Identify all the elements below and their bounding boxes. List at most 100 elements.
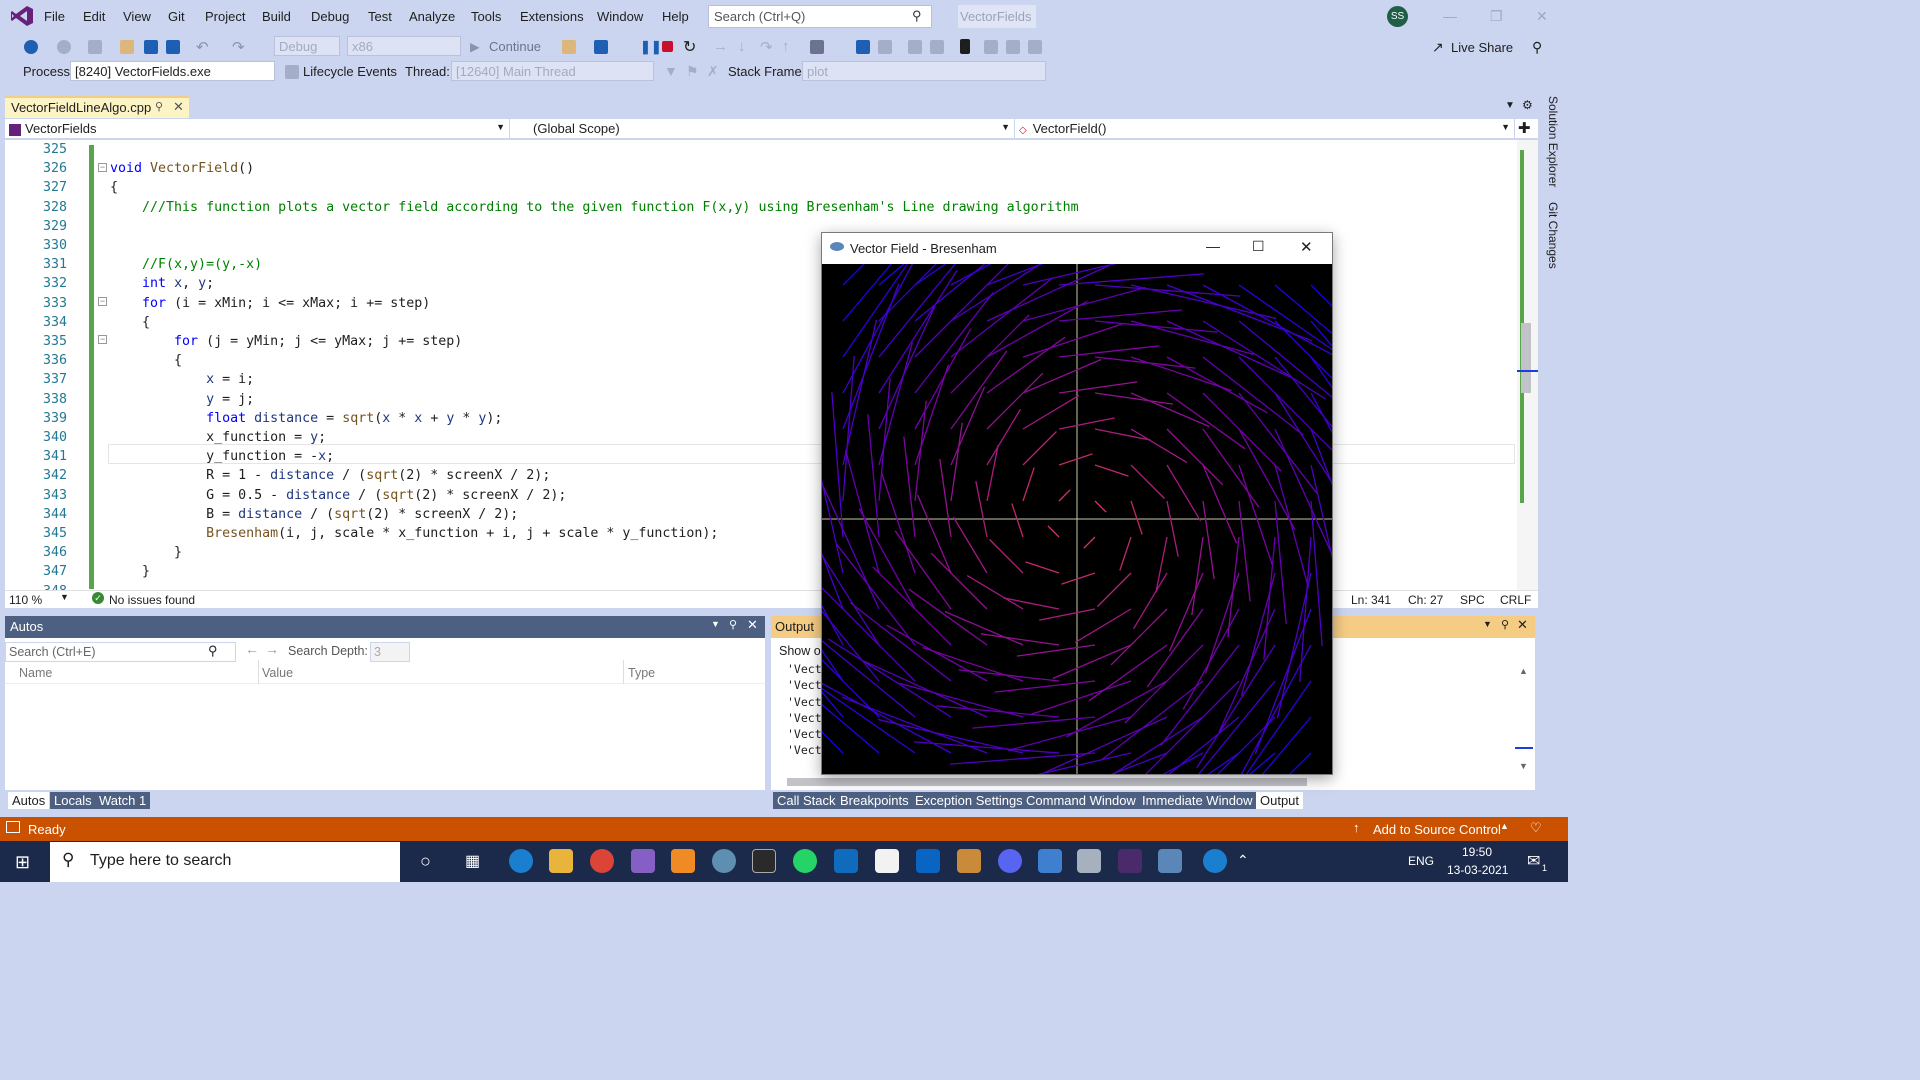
undo-icon[interactable]: ↶: [196, 38, 209, 56]
menu-view[interactable]: View: [123, 9, 151, 24]
collapse-icon[interactable]: −: [98, 335, 107, 344]
scrollbar-thumb[interactable]: [1521, 323, 1531, 393]
issues-status[interactable]: No issues found: [109, 593, 195, 607]
split-icon[interactable]: ✚: [1518, 119, 1531, 137]
menu-analyze[interactable]: Analyze: [409, 9, 455, 24]
live-share-button[interactable]: Live Share: [1451, 40, 1513, 55]
menu-extensions[interactable]: Extensions: [520, 9, 584, 24]
git-changes-tab[interactable]: Git Changes: [1546, 202, 1560, 269]
continue-button[interactable]: Continue: [489, 39, 541, 54]
clock-time[interactable]: 19:50: [1462, 845, 1492, 859]
clear-bookmarks-icon[interactable]: [1028, 40, 1042, 54]
panel-close-icon[interactable]: ✕: [1517, 617, 1528, 633]
configuration-select[interactable]: Debug: [274, 36, 340, 56]
menu-project[interactable]: Project: [205, 9, 245, 24]
step-into-icon[interactable]: ↓: [738, 38, 746, 55]
tab-output[interactable]: Output: [1256, 792, 1304, 809]
threads-icon[interactable]: [856, 40, 870, 54]
collapse-icon[interactable]: −: [98, 163, 107, 172]
open-folder-icon[interactable]: [120, 40, 134, 54]
edge-icon[interactable]: [509, 849, 533, 873]
settings-icon[interactable]: ⚙: [1522, 98, 1533, 112]
tab-immediate-window[interactable]: Immediate Window: [1138, 792, 1257, 809]
chevron-down-icon[interactable]: ▼: [1483, 619, 1492, 629]
hex-icon[interactable]: [810, 40, 824, 54]
tab-list-icon[interactable]: ▼: [1505, 100, 1515, 111]
photos-icon[interactable]: [1038, 849, 1062, 873]
discord-icon[interactable]: [998, 849, 1022, 873]
file-explorer-icon[interactable]: [549, 849, 573, 873]
collapse-icon[interactable]: −: [98, 297, 107, 306]
feedback-icon[interactable]: ⚲: [1532, 39, 1542, 56]
step-icon[interactable]: →: [713, 38, 728, 55]
stack-icon[interactable]: [878, 40, 892, 54]
python-icon[interactable]: [957, 849, 981, 873]
line-indicator[interactable]: Ln: 341: [1351, 593, 1391, 607]
menu-edit[interactable]: Edit: [83, 9, 105, 24]
panel-close-icon[interactable]: ✕: [747, 617, 758, 633]
tab-call-stack[interactable]: Call Stack: [773, 792, 840, 809]
clock-date[interactable]: 13-03-2021: [1447, 863, 1508, 877]
project-dropdown[interactable]: VectorFields ▼: [5, 119, 510, 139]
flag-icon[interactable]: ⚑: [686, 63, 699, 80]
minimize-icon[interactable]: —: [1206, 238, 1220, 254]
line-ending-indicator[interactable]: CRLF: [1500, 593, 1531, 607]
terminal-icon[interactable]: [752, 849, 776, 873]
menu-git[interactable]: Git: [168, 9, 185, 24]
maximize-icon[interactable]: ☐: [1252, 238, 1265, 255]
whatsapp-icon[interactable]: [793, 849, 817, 873]
tab-exception-settings[interactable]: Exception Settings: [911, 792, 1027, 809]
action-center-icon[interactable]: ✉: [1527, 851, 1540, 871]
chevron-up-icon[interactable]: ⌃: [1237, 852, 1249, 869]
calculator-icon[interactable]: [834, 849, 858, 873]
pause-icon[interactable]: ❚❚: [640, 39, 662, 55]
tab-watch-1[interactable]: Watch 1: [95, 792, 151, 809]
bookmark-icon[interactable]: [960, 39, 970, 54]
prev-bookmark-icon[interactable]: [984, 40, 998, 54]
forward-arrow-icon[interactable]: →: [265, 641, 279, 657]
column-header-value[interactable]: Value: [262, 666, 293, 680]
folder-icon[interactable]: [562, 40, 576, 54]
save-all-icon[interactable]: [166, 40, 180, 54]
forward-icon[interactable]: [57, 40, 71, 54]
tab-vectorfieldlinealgo[interactable]: VectorFieldLineAlgo.cpp ⚲ ✕: [5, 96, 189, 118]
chevron-down-icon[interactable]: ▼: [711, 619, 720, 629]
pin-icon[interactable]: ⚲: [729, 618, 737, 631]
whitespace-indicator[interactable]: SPC: [1460, 593, 1485, 607]
chrome-icon[interactable]: [590, 849, 614, 873]
scroll-down-icon[interactable]: ▼: [1519, 761, 1528, 771]
new-project-icon[interactable]: [88, 40, 102, 54]
continue-icon[interactable]: ▶: [470, 39, 480, 54]
stop-icon[interactable]: [662, 41, 673, 52]
store-icon[interactable]: [875, 849, 899, 873]
menu-debug[interactable]: Debug: [311, 9, 349, 24]
menu-file[interactable]: File: [44, 9, 65, 24]
lifecycle-events-dropdown[interactable]: Lifecycle Events: [303, 64, 397, 79]
save-icon[interactable]: [144, 40, 158, 54]
back-arrow-icon[interactable]: ←: [245, 641, 259, 657]
add-to-source-control-button[interactable]: Add to Source Control: [1373, 822, 1501, 837]
zoom-select[interactable]: 110 %: [9, 593, 42, 607]
column-header-type[interactable]: Type: [628, 666, 655, 680]
process-select[interactable]: [8240] VectorFields.exe: [70, 61, 275, 81]
screenshot-icon[interactable]: [594, 40, 608, 54]
restart-icon[interactable]: ↻: [683, 37, 696, 57]
sublime-icon[interactable]: [671, 849, 695, 873]
tab-locals[interactable]: Locals: [50, 792, 96, 809]
editor-vertical-scrollbar[interactable]: [1517, 140, 1538, 590]
scope-dropdown[interactable]: (Global Scope) ▼: [510, 119, 1015, 139]
close-icon[interactable]: ✕: [1536, 8, 1548, 25]
books-icon[interactable]: [1077, 849, 1101, 873]
window-title-bar[interactable]: Vector Field - Bresenham — ☐ ✕: [822, 233, 1332, 264]
language-indicator[interactable]: ENG: [1408, 854, 1434, 868]
back-icon[interactable]: [24, 40, 38, 54]
menu-window[interactable]: Window: [597, 9, 643, 24]
menu-test[interactable]: Test: [368, 9, 392, 24]
paint-icon[interactable]: [712, 849, 736, 873]
thread-select[interactable]: [12640] Main Thread: [451, 61, 654, 81]
redo-icon[interactable]: ↷: [232, 38, 245, 56]
search-icon[interactable]: ⚲: [208, 643, 218, 659]
quick-search-input[interactable]: Search (Ctrl+Q): [708, 5, 932, 28]
uncomment-icon[interactable]: [930, 40, 944, 54]
cortana-icon[interactable]: ○: [420, 851, 431, 872]
